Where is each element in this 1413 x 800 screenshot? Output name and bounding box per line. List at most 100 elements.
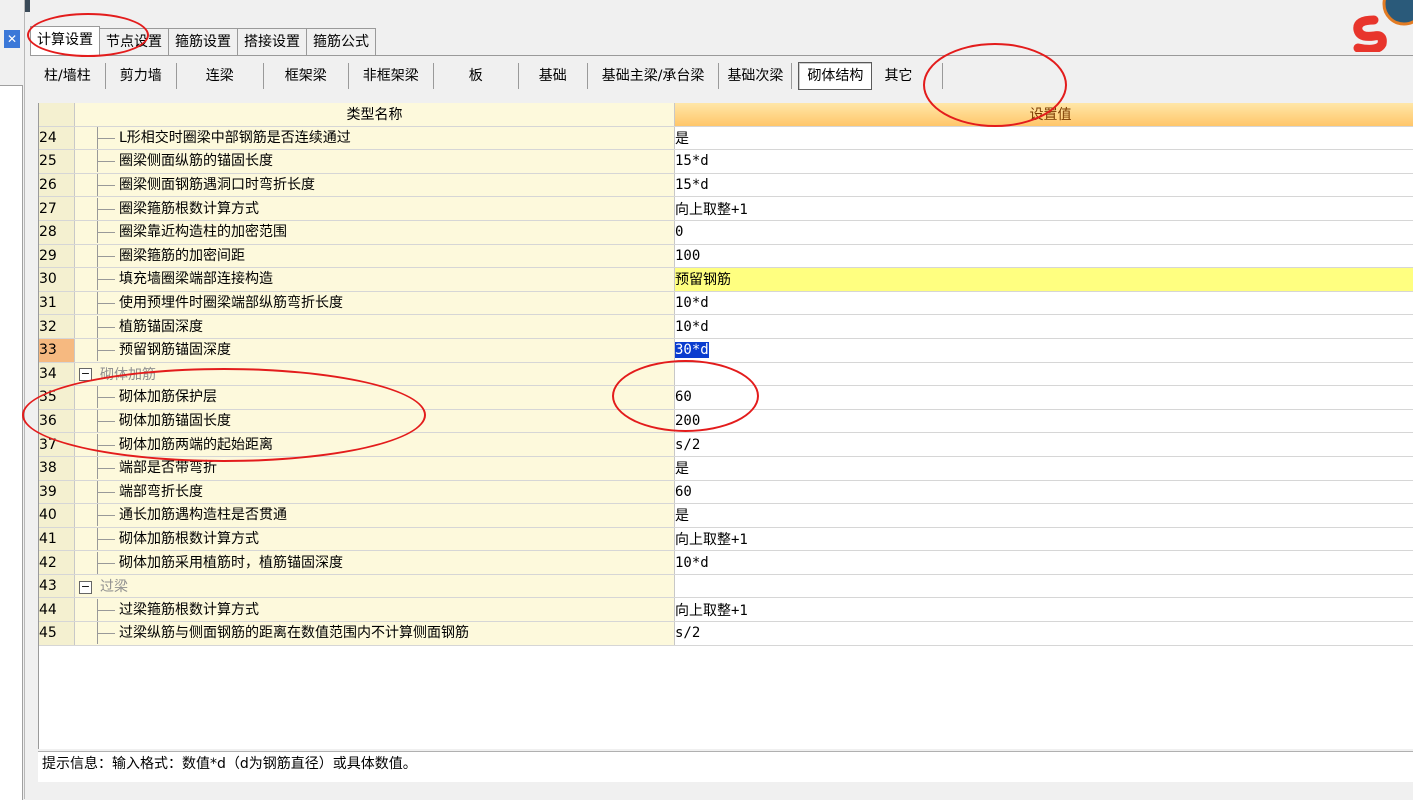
subtab-other[interactable]: 其它: [878, 63, 943, 89]
table-row[interactable]: 26圈梁侧面钢筋遇洞口时弯折长度15*d: [39, 173, 1413, 197]
table-row[interactable]: 27圈梁箍筋根数计算方式向上取整+1: [39, 197, 1413, 221]
row-name-cell: 砌体加筋保护层: [75, 386, 675, 410]
row-value: 30*d: [675, 342, 709, 358]
row-name-cell: 过梁纵筋与侧面钢筋的距离在数值范围内不计算侧面钢筋: [75, 622, 675, 646]
table-row[interactable]: 38端部是否带弯折是: [39, 456, 1413, 480]
table-row[interactable]: 36砌体加筋锚固长度200: [39, 409, 1413, 433]
row-value-cell[interactable]: 10*d: [675, 291, 1413, 315]
table-row[interactable]: 35砌体加筋保护层60: [39, 386, 1413, 410]
row-value-cell[interactable]: s/2: [675, 622, 1413, 646]
subtab-foundation[interactable]: 基础: [519, 63, 588, 89]
settings-grid: 类型名称 设置值 24L形相交时圈梁中部钢筋是否连续通过是25圈梁侧面纵筋的锚固…: [38, 103, 1413, 749]
subtab-shear-wall[interactable]: 剪力墙: [106, 63, 177, 89]
table-row[interactable]: 43−过梁: [39, 574, 1413, 598]
row-name-cell: 过梁箍筋根数计算方式: [75, 598, 675, 622]
row-number: 27: [39, 197, 75, 221]
subtab-foundation-main-beam[interactable]: 基础主梁/承台梁: [588, 63, 720, 89]
row-number: 33: [39, 338, 75, 362]
row-number: 35: [39, 386, 75, 410]
row-value-cell[interactable]: 10*d: [675, 315, 1413, 339]
row-value-cell[interactable]: 60: [675, 386, 1413, 410]
row-value-cell[interactable]: 向上取整+1: [675, 197, 1413, 221]
table-row[interactable]: 37砌体加筋两端的起始距离s/2: [39, 433, 1413, 457]
row-name-cell: −砌体加筋: [75, 362, 675, 386]
row-label: 通长加筋遇构造柱是否贯通: [119, 507, 287, 523]
table-row[interactable]: 24L形相交时圈梁中部钢筋是否连续通过是: [39, 126, 1413, 150]
table-row[interactable]: 30 填充墙圈梁端部连接构造 预留钢筋: [39, 268, 1413, 292]
row-name-cell: 填充墙圈梁端部连接构造: [75, 268, 675, 292]
row-value-cell[interactable]: 15*d: [675, 150, 1413, 174]
subtab-column[interactable]: 柱/墙柱: [30, 63, 106, 89]
collapse-icon[interactable]: −: [79, 581, 92, 594]
row-number: 45: [39, 622, 75, 646]
left-panel: [0, 85, 23, 800]
row-value-cell[interactable]: 是: [675, 126, 1413, 150]
row-number: 28: [39, 220, 75, 244]
subtab-slab[interactable]: 板: [434, 63, 519, 89]
table-row[interactable]: 41砌体加筋根数计算方式向上取整+1: [39, 527, 1413, 551]
row-value-cell[interactable]: 200: [675, 409, 1413, 433]
table-row[interactable]: 25圈梁侧面纵筋的锚固长度15*d: [39, 150, 1413, 174]
row-value: 60: [675, 389, 692, 405]
tree-connector-icon: [75, 481, 119, 503]
row-value: 15*d: [675, 177, 709, 193]
row-label: L形相交时圈梁中部钢筋是否连续通过: [119, 130, 351, 146]
row-label: 圈梁靠近构造柱的加密范围: [119, 224, 287, 240]
table-row[interactable]: 40通长加筋遇构造柱是否贯通是: [39, 504, 1413, 528]
subtab-masonry[interactable]: 砌体结构: [798, 62, 872, 90]
subtab-coupling-beam[interactable]: 连梁: [177, 63, 264, 89]
row-value-cell[interactable]: 向上取整+1: [675, 598, 1413, 622]
row-value-cell[interactable]: 0: [675, 220, 1413, 244]
sub-tabs: 柱/墙柱 剪力墙 连梁 框架梁 非框架梁 板 基础 基础主梁/承台梁 基础次梁 …: [30, 55, 1413, 96]
row-value-cell[interactable]: 是: [675, 504, 1413, 528]
collapse-icon[interactable]: −: [79, 368, 92, 381]
row-name-cell: 砌体加筋根数计算方式: [75, 527, 675, 551]
row-label: 过梁箍筋根数计算方式: [119, 602, 259, 618]
close-icon[interactable]: ✕: [4, 30, 20, 48]
tree-connector-icon: [75, 292, 119, 314]
tree-connector-icon: [75, 150, 119, 172]
table-row[interactable]: 44过梁箍筋根数计算方式向上取整+1: [39, 598, 1413, 622]
table-row[interactable]: 34−砌体加筋: [39, 362, 1413, 386]
table-row[interactable]: 29圈梁箍筋的加密间距100: [39, 244, 1413, 268]
row-value-cell: [675, 574, 1413, 598]
row-value-cell[interactable]: 60: [675, 480, 1413, 504]
row-name-cell: 圈梁侧面纵筋的锚固长度: [75, 150, 675, 174]
row-name-cell: 预留钢筋锚固深度: [75, 338, 675, 362]
row-value-cell[interactable]: s/2: [675, 433, 1413, 457]
table-row[interactable]: 39端部弯折长度60: [39, 480, 1413, 504]
row-value-cell[interactable]: 向上取整+1: [675, 527, 1413, 551]
row-value: 0: [675, 224, 683, 240]
tab-calc-settings[interactable]: 计算设置: [30, 26, 100, 55]
row-number: 30: [39, 268, 75, 292]
tab-node-settings[interactable]: 节点设置: [99, 28, 169, 55]
row-number: 36: [39, 409, 75, 433]
table-row[interactable]: 32 植筋锚固深度 10*d: [39, 315, 1413, 339]
table-row[interactable]: 28 圈梁靠近构造柱的加密范围 0: [39, 220, 1413, 244]
tab-lap-settings[interactable]: 搭接设置: [237, 28, 307, 55]
table-row[interactable]: 31使用预埋件时圈梁端部纵筋弯折长度10*d: [39, 291, 1413, 315]
subtab-foundation-secondary-beam[interactable]: 基础次梁: [719, 63, 792, 89]
row-value-cell[interactable]: 是: [675, 456, 1413, 480]
row-value-cell[interactable]: 10*d: [675, 551, 1413, 575]
subtab-nonframe-beam[interactable]: 非框架梁: [349, 63, 434, 89]
row-label: 填充墙圈梁端部连接构造: [119, 271, 273, 287]
table-row[interactable]: 42砌体加筋采用植筋时，植筋锚固深度10*d: [39, 551, 1413, 575]
row-value: 预留钢筋: [675, 272, 731, 288]
column-header-value: 设置值: [675, 103, 1413, 126]
table-row[interactable]: 33预留钢筋锚固深度30*d: [39, 338, 1413, 362]
tab-stirrup-formula[interactable]: 箍筋公式: [306, 28, 376, 55]
tab-stirrup-settings[interactable]: 箍筋设置: [168, 28, 238, 55]
tree-connector-icon: [75, 457, 119, 479]
row-number: 32: [39, 315, 75, 339]
subtab-frame-beam[interactable]: 框架梁: [264, 63, 349, 89]
row-label: 植筋锚固深度: [119, 319, 203, 335]
row-value-cell[interactable]: 15*d: [675, 173, 1413, 197]
table-row[interactable]: 45过梁纵筋与侧面钢筋的距离在数值范围内不计算侧面钢筋s/2: [39, 622, 1413, 646]
tree-connector-icon: [75, 127, 119, 149]
tree-connector-icon: [75, 504, 119, 526]
row-value-cell[interactable]: 100: [675, 244, 1413, 268]
row-value-cell[interactable]: 预留钢筋: [675, 268, 1413, 292]
row-value-cell[interactable]: 30*d: [675, 338, 1413, 362]
row-value: 100: [675, 248, 700, 264]
